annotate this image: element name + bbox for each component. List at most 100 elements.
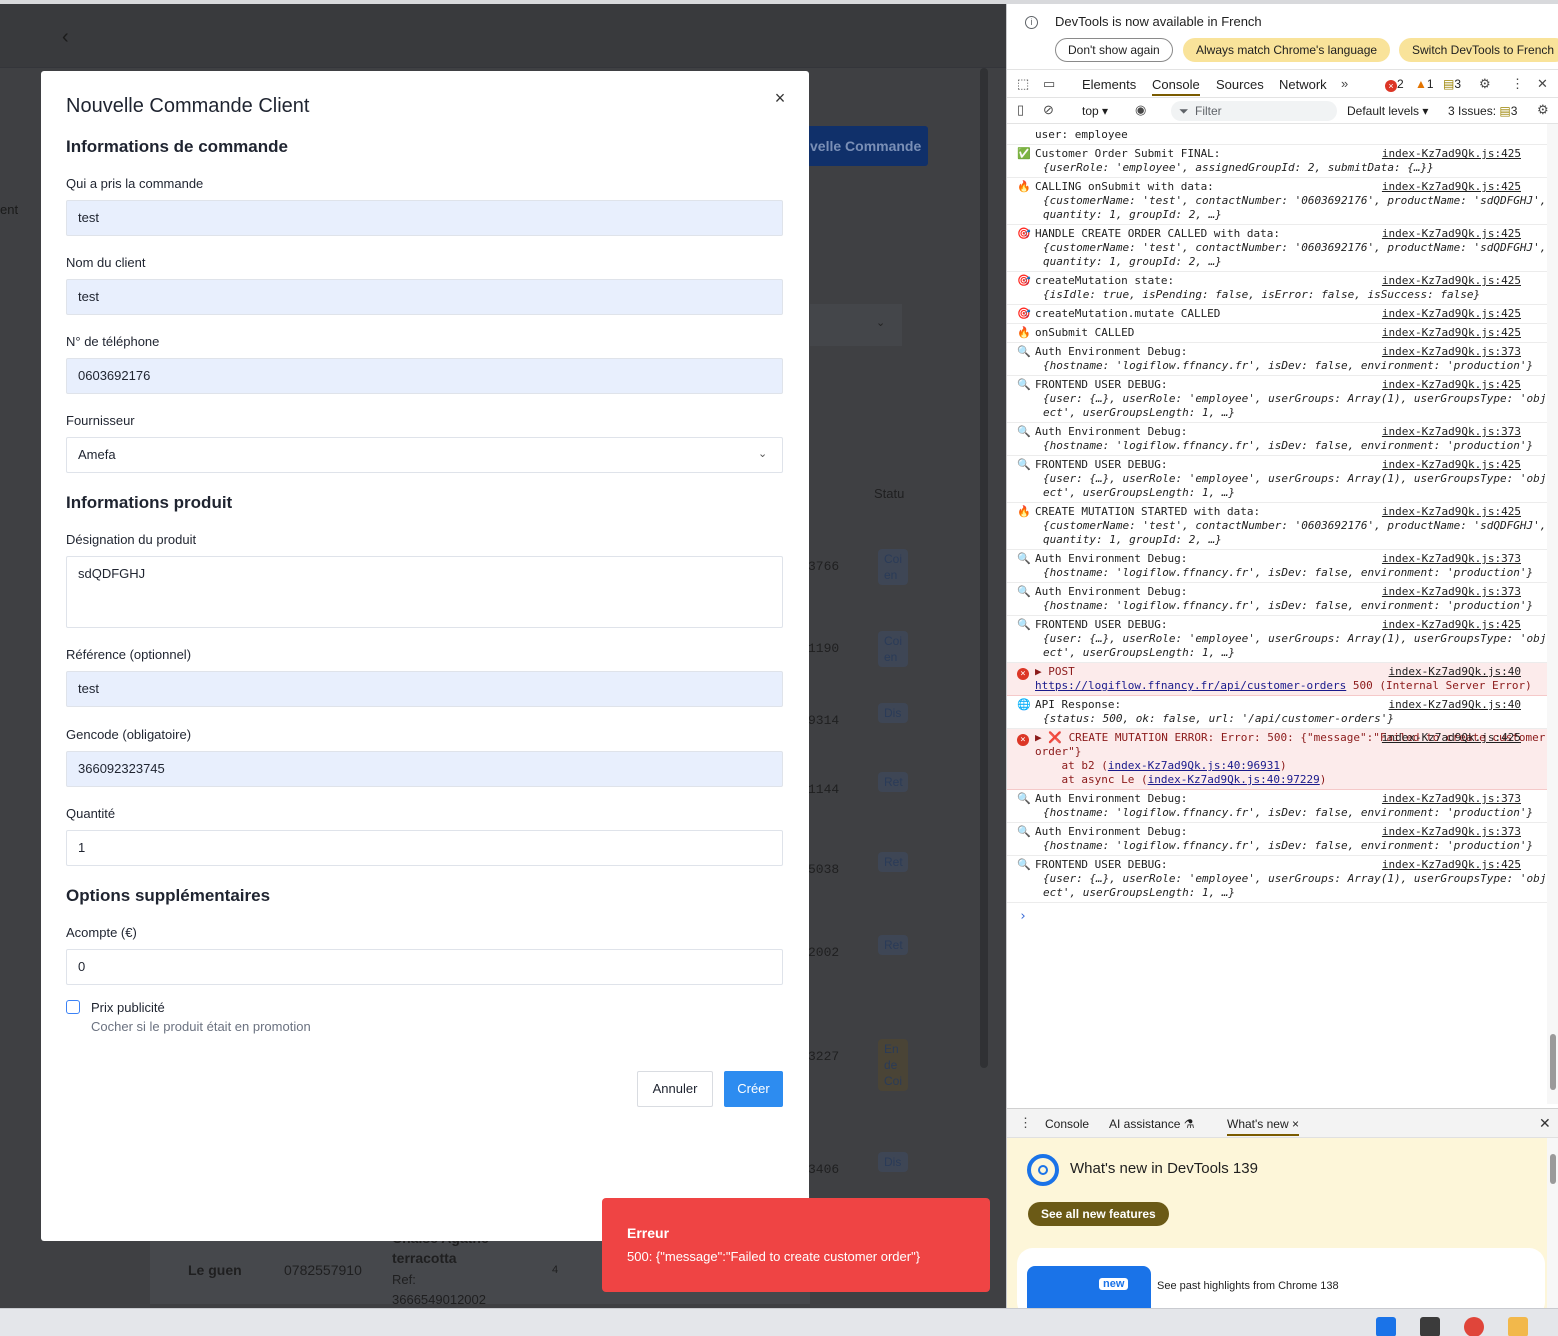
always-match-language-button[interactable]: Always match Chrome's language	[1183, 38, 1391, 62]
log-text: Customer Order Submit FINAL:	[1035, 147, 1221, 160]
cancel-button[interactable]: Annuler	[637, 1071, 713, 1107]
log-object[interactable]: {user: {…}, userRole: 'employee', userGr…	[1035, 472, 1547, 500]
warning-count[interactable]: ▲1	[1415, 77, 1434, 91]
source-link[interactable]: index-Kz7ad9Qk.js:425	[1382, 326, 1521, 340]
clear-console-icon[interactable]: ⊘	[1043, 102, 1054, 118]
stack-link[interactable]: index-Kz7ad9Qk.js:40:96931	[1108, 759, 1280, 772]
source-link[interactable]: index-Kz7ad9Qk.js:425	[1382, 227, 1521, 241]
log-object[interactable]: {user: {…}, userRole: 'employee', userGr…	[1035, 872, 1547, 900]
source-link[interactable]: index-Kz7ad9Qk.js:425	[1382, 618, 1521, 632]
log-object[interactable]: {hostname: 'logiflow.ffnancy.fr', isDev:…	[1035, 806, 1547, 820]
issues-button[interactable]: 3 Issues: ▤3	[1448, 104, 1517, 118]
source-link[interactable]: index-Kz7ad9Qk.js:425	[1382, 731, 1521, 745]
filter-input[interactable]: ⏷ Filter	[1171, 101, 1337, 121]
tab-elements[interactable]: Elements	[1082, 77, 1136, 92]
client-name-input[interactable]: test	[66, 279, 783, 315]
gencode-input[interactable]: 366092323745	[66, 751, 783, 787]
log-object[interactable]: {userRole: 'employee', assignedGroupId: …	[1035, 161, 1547, 175]
supplier-select[interactable]: Amefa ⌄	[66, 437, 783, 473]
chrome-icon[interactable]	[1464, 1317, 1484, 1336]
source-link[interactable]: index-Kz7ad9Qk.js:425	[1382, 378, 1521, 392]
quantity-input[interactable]: 1	[66, 830, 783, 866]
source-link[interactable]: index-Kz7ad9Qk.js:425	[1382, 505, 1521, 519]
console-scrollbar-thumb[interactable]	[1550, 1034, 1556, 1090]
log-object[interactable]: {hostname: 'logiflow.ffnancy.fr', isDev:…	[1035, 359, 1547, 373]
source-link[interactable]: index-Kz7ad9Qk.js:425	[1382, 858, 1521, 872]
reference-input[interactable]: test	[66, 671, 783, 707]
switch-to-french-button[interactable]: Switch DevTools to French	[1399, 38, 1558, 62]
source-link[interactable]: index-Kz7ad9Qk.js:40	[1389, 698, 1521, 712]
console-scrollbar[interactable]	[1547, 124, 1558, 1104]
see-all-features-button[interactable]: See all new features	[1028, 1202, 1169, 1226]
source-link[interactable]: index-Kz7ad9Qk.js:373	[1382, 345, 1521, 359]
file-explorer-icon[interactable]	[1508, 1317, 1528, 1336]
deposit-input[interactable]: 0	[66, 949, 783, 985]
source-link[interactable]: index-Kz7ad9Qk.js:425	[1382, 458, 1521, 472]
phone-input[interactable]: 0603692176	[66, 358, 783, 394]
source-link[interactable]: index-Kz7ad9Qk.js:425	[1382, 147, 1521, 161]
new-order-button[interactable]: velle Commande	[800, 126, 928, 166]
log-object[interactable]: {user: {…}, userRole: 'employee', userGr…	[1035, 392, 1547, 420]
context-selector[interactable]: top ▾	[1082, 104, 1108, 118]
error-count[interactable]: × 2	[1385, 77, 1404, 92]
console-prompt[interactable]: ›	[1007, 903, 1547, 924]
create-button[interactable]: Créer	[724, 1071, 783, 1107]
inspect-element-icon[interactable]: ⬚	[1017, 76, 1029, 92]
promo-checkbox[interactable]	[66, 1000, 80, 1014]
drawer-tab-console[interactable]: Console	[1045, 1117, 1089, 1131]
source-link[interactable]: index-Kz7ad9Qk.js:425	[1382, 274, 1521, 288]
back-chevron-icon[interactable]: ‹	[62, 26, 69, 49]
log-object[interactable]: {hostname: 'logiflow.ffnancy.fr', isDev:…	[1035, 599, 1547, 613]
source-link[interactable]: index-Kz7ad9Qk.js:425	[1382, 307, 1521, 321]
eye-icon[interactable]: ◉	[1135, 102, 1146, 118]
source-link[interactable]: index-Kz7ad9Qk.js:40	[1389, 665, 1521, 679]
whats-new-scrollbar-thumb[interactable]	[1550, 1154, 1556, 1184]
log-levels-dropdown[interactable]: Default levels ▾	[1347, 104, 1428, 118]
log-object[interactable]: {isIdle: true, isPending: false, isError…	[1035, 288, 1547, 302]
source-link[interactable]: index-Kz7ad9Qk.js:373	[1382, 585, 1521, 599]
stack-link[interactable]: index-Kz7ad9Qk.js:40:97229	[1148, 773, 1320, 786]
past-highlights-card[interactable]: new See past highlights from Chrome 138	[1017, 1248, 1545, 1308]
kebab-menu-icon[interactable]: ⋮	[1511, 76, 1524, 92]
log-text[interactable]: ▶ POST	[1035, 665, 1075, 678]
source-link[interactable]: index-Kz7ad9Qk.js:373	[1382, 552, 1521, 566]
taken-by-input[interactable]: test	[66, 200, 783, 236]
background-scrollbar[interactable]	[980, 68, 988, 1068]
close-icon[interactable]: ✕	[1539, 1115, 1551, 1132]
task-view-icon[interactable]	[1420, 1317, 1440, 1336]
drawer-tab-ai-assistance[interactable]: AI assistance ⚗	[1109, 1117, 1194, 1131]
message-count[interactable]: ▤3	[1443, 77, 1461, 91]
supplier-value: Amefa	[78, 447, 116, 462]
source-link[interactable]: index-Kz7ad9Qk.js:373	[1382, 792, 1521, 806]
designation-textarea[interactable]: sdQDFGHJ	[66, 556, 783, 628]
log-object[interactable]: {customerName: 'test', contactNumber: '0…	[1035, 194, 1547, 222]
log-object[interactable]: {hostname: 'logiflow.ffnancy.fr', isDev:…	[1035, 566, 1547, 580]
log-object[interactable]: {hostname: 'logiflow.ffnancy.fr', isDev:…	[1035, 839, 1547, 853]
log-object[interactable]: {hostname: 'logiflow.ffnancy.fr', isDev:…	[1035, 439, 1547, 453]
log-object[interactable]: {user: {…}, userRole: 'employee', userGr…	[1035, 632, 1547, 660]
source-link[interactable]: index-Kz7ad9Qk.js:425	[1382, 180, 1521, 194]
tab-sources[interactable]: Sources	[1216, 77, 1264, 92]
dont-show-again-button[interactable]: Don't show again	[1055, 38, 1173, 62]
tab-console[interactable]: Console	[1152, 77, 1200, 96]
close-icon[interactable]: ✕	[1537, 76, 1548, 92]
close-icon[interactable]: ×	[1292, 1117, 1299, 1131]
request-url-link[interactable]: https://logiflow.ffnancy.fr/api/customer…	[1035, 679, 1346, 692]
gear-icon[interactable]: ⚙	[1479, 76, 1491, 92]
kebab-menu-icon[interactable]: ⋮	[1019, 1115, 1032, 1131]
log-object[interactable]: {customerName: 'test', contactNumber: '0…	[1035, 519, 1547, 547]
promo-label[interactable]: Prix publicité	[91, 1000, 165, 1015]
error-toast[interactable]: Erreur 500: {"message":"Failed to create…	[602, 1198, 990, 1292]
tab-network[interactable]: Network	[1279, 77, 1327, 92]
more-tabs-icon[interactable]: »	[1341, 76, 1348, 91]
close-icon[interactable]: ×	[771, 89, 789, 107]
source-link[interactable]: index-Kz7ad9Qk.js:373	[1382, 825, 1521, 839]
sidebar-toggle-icon[interactable]: ▯	[1017, 102, 1024, 118]
drawer-tab-whats-new[interactable]: What's new ×	[1227, 1117, 1300, 1136]
windows-start-icon[interactable]	[1376, 1317, 1396, 1336]
source-link[interactable]: index-Kz7ad9Qk.js:373	[1382, 425, 1521, 439]
log-object[interactable]: {status: 500, ok: false, url: '/api/cust…	[1035, 712, 1547, 726]
gear-icon[interactable]: ⚙	[1537, 102, 1549, 118]
log-object[interactable]: {customerName: 'test', contactNumber: '0…	[1035, 241, 1547, 269]
device-toolbar-icon[interactable]: ▭	[1043, 76, 1055, 92]
